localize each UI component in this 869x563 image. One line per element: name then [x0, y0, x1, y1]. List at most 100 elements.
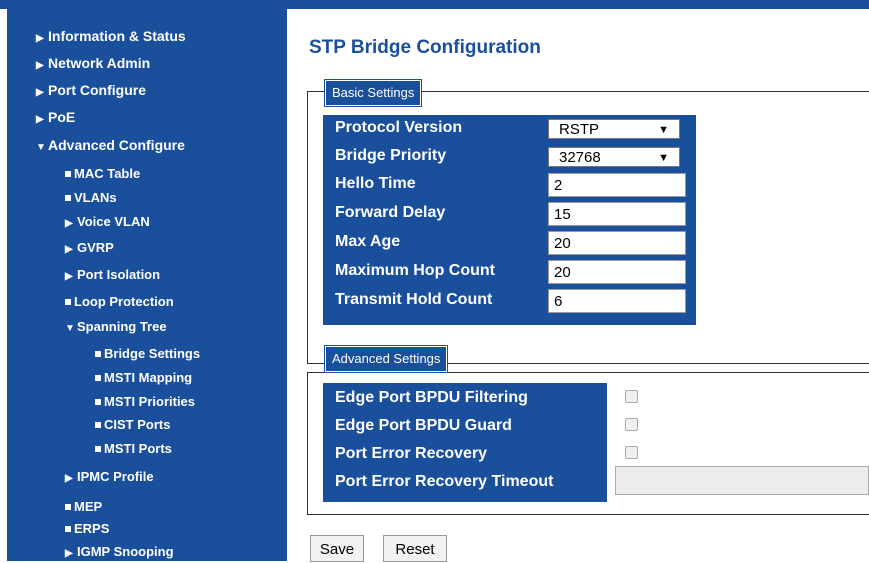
edge-bpdu-guard-checkbox[interactable]	[625, 418, 638, 431]
edge-bpdu-filtering-label: Edge Port BPDU Filtering	[335, 389, 528, 406]
sidebar-item-port-isolation[interactable]: ▶ Port Isolation	[65, 266, 160, 286]
bullet-icon	[95, 422, 101, 428]
sidebar-item-mac-table[interactable]: MAC Table	[65, 165, 140, 183]
hello-time-input[interactable]: 2	[548, 173, 686, 197]
bullet-icon	[95, 351, 101, 357]
triangle-right-icon: ▶	[65, 271, 73, 282]
sidebar-item-spanning-tree[interactable]: ▼ Spanning Tree	[65, 318, 167, 338]
triangle-right-icon: ▶	[36, 33, 44, 44]
main-content: STP Bridge Configuration Basic Settings …	[287, 9, 869, 562]
sidebar-item-poe[interactable]: ▶ PoE	[36, 108, 75, 129]
sidebar-item-label: Information & Status	[48, 28, 186, 44]
transmit-hold-count-input[interactable]: 6	[548, 289, 686, 313]
sidebar-item-loop-protection[interactable]: Loop Protection	[65, 293, 174, 311]
fieldset-border-bottom	[307, 514, 869, 515]
protocol-version-label: Protocol Version	[335, 119, 463, 136]
fieldset-border-left	[307, 91, 308, 363]
sidebar-item-label: Spanning Tree	[77, 319, 167, 334]
sidebar-item-network-admin[interactable]: ▶ Network Admin	[36, 54, 150, 75]
triangle-right-icon: ▶	[36, 114, 44, 125]
dropdown-arrow-icon: ▼	[658, 124, 669, 136]
edge-bpdu-filtering-checkbox[interactable]	[625, 390, 638, 403]
bullet-icon	[65, 526, 71, 532]
max-hop-count-label: Maximum Hop Count	[335, 262, 495, 279]
sidebar-item-label: MEP	[74, 499, 103, 514]
advanced-settings-table: Edge Port BPDU Filtering Edge Port BPDU …	[323, 383, 869, 502]
bullet-icon	[65, 171, 71, 177]
save-button[interactable]: Save	[310, 535, 364, 562]
sidebar-item-label: Voice VLAN	[77, 214, 150, 229]
sidebar-item-msti-mapping[interactable]: MSTI Mapping	[95, 369, 192, 387]
sidebar-item-label: PoE	[48, 109, 76, 125]
sidebar-item-advanced-configure[interactable]: ▼ Advanced Configure	[36, 136, 185, 157]
triangle-right-icon: ▶	[36, 87, 44, 98]
sidebar-item-igmp-snooping[interactable]: ▶ IGMP Snooping	[65, 543, 174, 563]
sidebar-item-voice-vlan[interactable]: ▶ Voice VLAN	[65, 213, 150, 233]
sidebar-item-information-status[interactable]: ▶ Information & Status	[36, 27, 186, 48]
triangle-right-icon: ▶	[65, 218, 73, 229]
bullet-icon	[95, 375, 101, 381]
fieldset-border-left	[307, 372, 308, 514]
sidebar-nav: ▶ Information & Status ▶ Network Admin ▶ Po…	[7, 9, 287, 561]
sidebar-item-label: Port Isolation	[77, 267, 161, 282]
sidebar-item-label: Advanced Configure	[48, 137, 185, 153]
dropdown-arrow-icon: ▼	[658, 152, 669, 164]
max-age-label: Max Age	[335, 233, 401, 250]
sidebar-item-msti-ports[interactable]: MSTI Ports	[95, 440, 172, 458]
port-error-recovery-timeout-input	[615, 466, 869, 495]
sidebar-item-erps[interactable]: ERPS	[65, 520, 109, 538]
sidebar-item-ipmc-profile[interactable]: ▶ IPMC Profile	[65, 468, 154, 488]
bullet-icon	[65, 195, 71, 201]
sidebar-item-bridge-settings[interactable]: Bridge Settings	[95, 345, 200, 363]
triangle-right-icon: ▶	[65, 244, 73, 255]
triangle-right-icon: ▶	[65, 548, 73, 559]
edge-bpdu-guard-label: Edge Port BPDU Guard	[335, 417, 512, 434]
sidebar-item-cist-ports[interactable]: CIST Ports	[95, 416, 170, 434]
sidebar-item-label: MSTI Ports	[104, 441, 172, 456]
bullet-icon	[65, 504, 71, 510]
sidebar-item-mep[interactable]: MEP	[65, 498, 102, 516]
triangle-down-icon: ▼	[65, 323, 75, 334]
basic-settings-legend: Basic Settings	[323, 79, 423, 107]
sidebar-item-label: IGMP Snooping	[77, 544, 174, 559]
fieldset-border-top	[307, 372, 869, 373]
port-error-recovery-timeout-label: Port Error Recovery Timeout	[335, 473, 554, 490]
page-title: STP Bridge Configuration	[309, 37, 541, 58]
sidebar-item-label: ERPS	[74, 521, 110, 536]
sidebar-item-label: Network Admin	[48, 55, 151, 71]
protocol-version-select[interactable]: RSTP ▼	[548, 119, 680, 139]
sidebar-item-port-configure[interactable]: ▶ Port Configure	[36, 81, 146, 102]
hello-time-label: Hello Time	[335, 175, 416, 192]
reset-button[interactable]: Reset	[383, 535, 447, 562]
advanced-settings-legend: Advanced Settings	[323, 345, 449, 373]
sidebar-item-vlans[interactable]: VLANs	[65, 189, 117, 207]
sidebar-item-label: VLANs	[74, 190, 117, 205]
triangle-right-icon: ▶	[65, 473, 73, 484]
port-error-recovery-label: Port Error Recovery	[335, 445, 488, 462]
sidebar-item-label: Bridge Settings	[104, 346, 201, 361]
sidebar-item-msti-priorities[interactable]: MSTI Priorities	[95, 393, 195, 411]
basic-settings-table: Protocol Version RSTP ▼ Bridge Priority 3…	[323, 115, 696, 325]
bridge-priority-label: Bridge Priority	[335, 147, 447, 164]
max-age-input[interactable]: 20	[548, 231, 686, 255]
sidebar-item-label: CIST Ports	[104, 417, 171, 432]
top-header-bar	[0, 0, 869, 9]
port-error-recovery-checkbox[interactable]	[625, 446, 638, 459]
bullet-icon	[65, 299, 71, 305]
max-hop-count-input[interactable]: 20	[548, 260, 686, 284]
forward-delay-label: Forward Delay	[335, 204, 446, 221]
transmit-hold-count-label: Transmit Hold Count	[335, 291, 493, 308]
sidebar-item-label: MAC Table	[74, 166, 141, 181]
sidebar-item-label: MSTI Priorities	[104, 394, 196, 409]
forward-delay-input[interactable]: 15	[548, 202, 686, 226]
sidebar-item-label: MSTI Mapping	[104, 370, 193, 385]
bullet-icon	[95, 399, 101, 405]
sidebar-item-gvrp[interactable]: ▶ GVRP	[65, 239, 114, 259]
sidebar-item-label: IPMC Profile	[77, 469, 154, 484]
triangle-right-icon: ▶	[36, 60, 44, 71]
sidebar-item-label: Loop Protection	[74, 294, 174, 309]
sidebar-item-label: Port Configure	[48, 82, 146, 98]
bridge-priority-select[interactable]: 32768 ▼	[548, 147, 680, 167]
triangle-down-icon: ▼	[36, 142, 46, 153]
sidebar-item-label: GVRP	[77, 240, 114, 255]
